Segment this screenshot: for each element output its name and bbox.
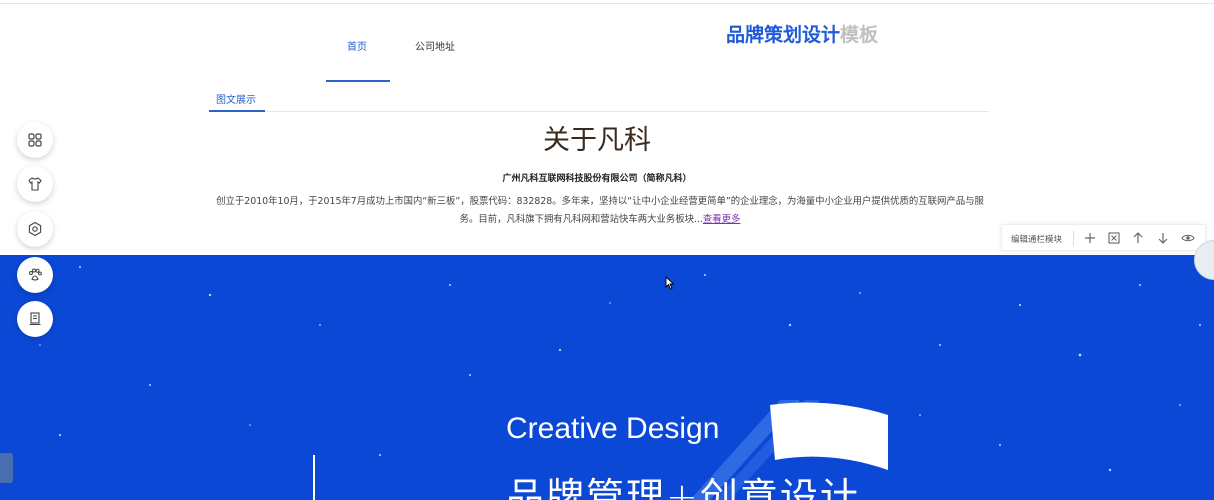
- module-edit-toolbar: 编辑通栏模块: [1001, 224, 1206, 251]
- sidebar-button-modules[interactable]: [17, 122, 53, 158]
- shirt-icon: [28, 177, 42, 191]
- sub-tab-active-indicator: [209, 110, 265, 112]
- book-icon: [29, 312, 41, 326]
- tab-image-text[interactable]: 图文展示: [216, 91, 256, 106]
- eye-icon[interactable]: [1180, 230, 1196, 246]
- toolbar-divider: [1073, 231, 1074, 246]
- arrow-up-icon[interactable]: [1130, 230, 1146, 246]
- flag-shape-decoration: [770, 402, 888, 470]
- edit-module-button[interactable]: 编辑通栏模块: [1011, 233, 1062, 245]
- mouse-cursor-icon: [665, 276, 675, 290]
- paw-icon: [29, 268, 42, 281]
- sidebar-button-theme[interactable]: [17, 166, 53, 202]
- top-divider: [0, 3, 1214, 4]
- brand-text-secondary: 模板: [840, 24, 879, 46]
- sub-tab-divider: [209, 111, 989, 112]
- copy-icon[interactable]: [1106, 230, 1122, 246]
- sidebar-button-apps[interactable]: [17, 257, 53, 293]
- hero-title-cn: 品牌管理+创意设计: [506, 475, 860, 500]
- about-description: 创立于2010年10月，于2015年7月成功上市国内“新三板”，股票代码：832…: [210, 193, 990, 229]
- starfield-decoration: [39, 266, 1201, 500]
- about-title: 关于凡科: [543, 125, 651, 156]
- edge-help-widget[interactable]: [0, 453, 13, 483]
- arrow-down-icon[interactable]: [1155, 230, 1171, 246]
- hero-title-en: Creative Design: [506, 412, 720, 445]
- page-root: { "nav": { "items": [ {"label": "首页", "a…: [0, 0, 1214, 500]
- brand-text-primary: 品牌策划设计: [726, 24, 841, 46]
- settings-icon: [28, 221, 42, 237]
- sidebar-button-tutorial[interactable]: [17, 301, 53, 337]
- plus-icon[interactable]: [1082, 230, 1098, 246]
- nav-item-home[interactable]: 首页: [347, 38, 367, 53]
- grid-icon: [28, 133, 42, 147]
- sidebar-button-settings[interactable]: [17, 211, 53, 247]
- brand-logo-text[interactable]: 品牌策划设计模板: [726, 20, 878, 47]
- company-name: 广州凡科互联网科技股份有限公司（简称凡科）: [502, 174, 692, 184]
- nav-item-company-address[interactable]: 公司地址: [415, 38, 455, 53]
- read-more-link[interactable]: 查看更多: [703, 214, 741, 225]
- hero-banner: Creative Design 品牌管理+创意设计: [0, 255, 1214, 500]
- hero-vertical-line: [313, 455, 315, 500]
- about-description-text: 创立于2010年10月，于2015年7月成功上市国内“新三板”，股票代码：832…: [216, 196, 984, 225]
- nav-active-indicator: [326, 80, 390, 82]
